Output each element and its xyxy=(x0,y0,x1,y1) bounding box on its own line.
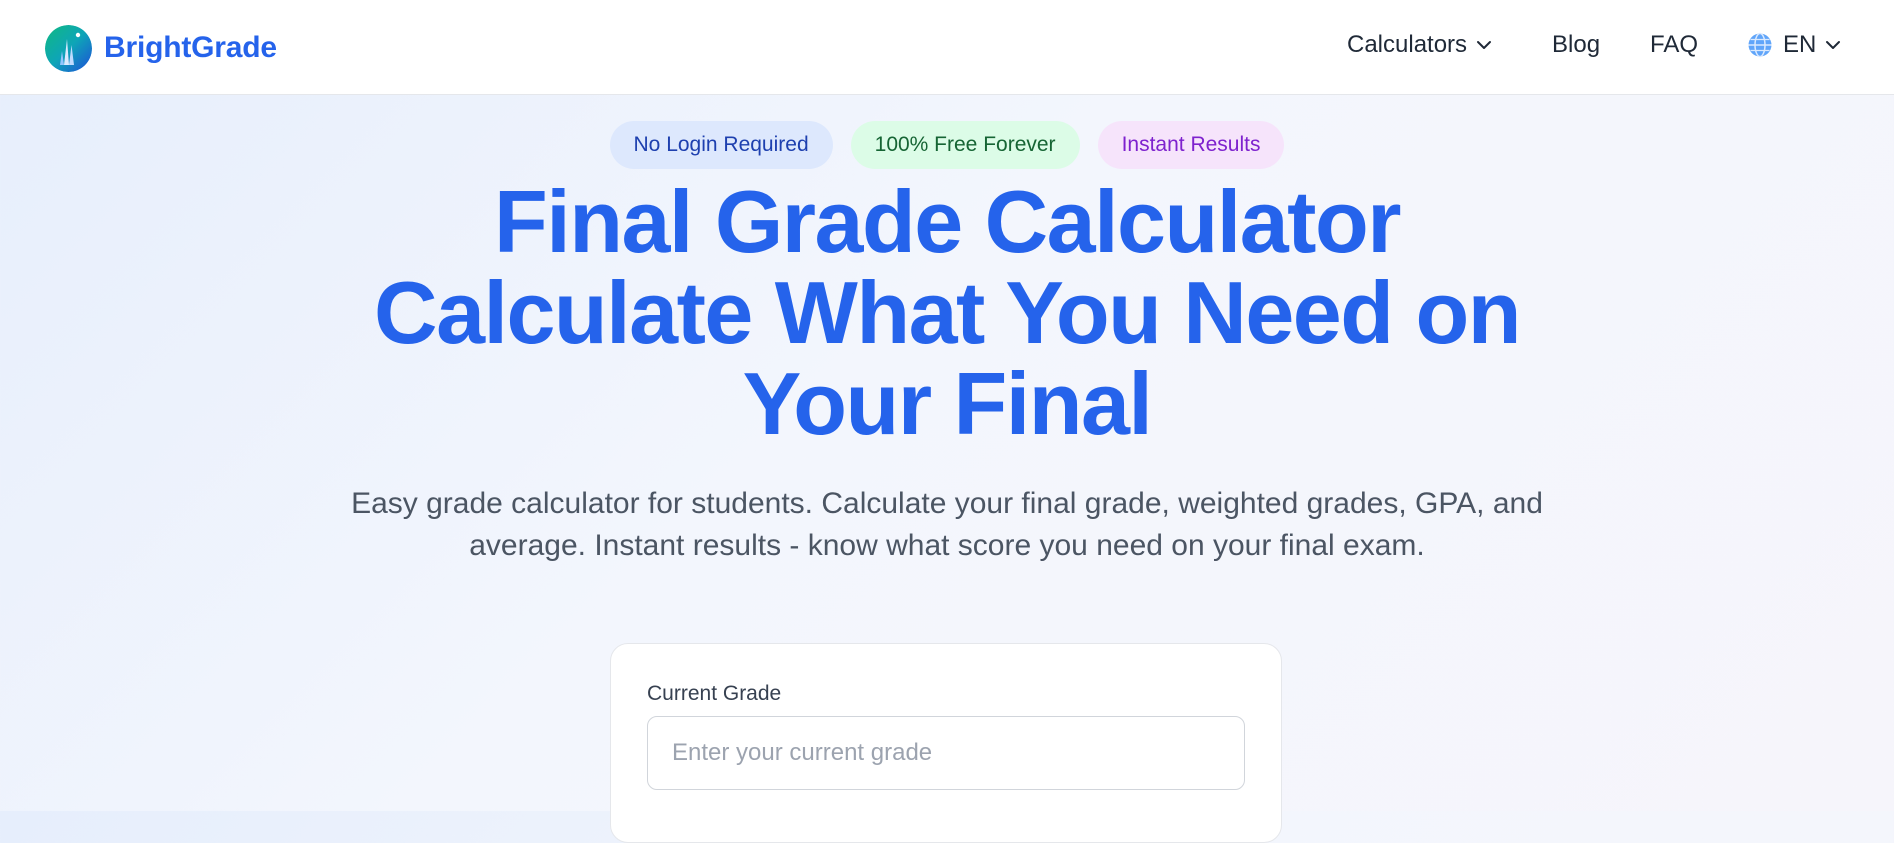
page-title-line-3: Your Final xyxy=(742,354,1153,453)
brand-name: BrightGrade xyxy=(104,31,277,64)
feature-badges: No Login Required 100% Free Forever Inst… xyxy=(0,121,1894,169)
page-title-line-2: Calculate What You Need on xyxy=(374,263,1521,362)
page-title: Final Grade Calculator Calculate What Yo… xyxy=(0,176,1894,449)
brand-logo-link[interactable]: BrightGrade xyxy=(45,24,277,72)
hero-subtitle: Easy grade calculator for students. Calc… xyxy=(351,487,1543,562)
nav-calculators-label: Calculators xyxy=(1347,31,1468,58)
page-title-line-1: Final Grade Calculator xyxy=(494,172,1401,271)
site-header: BrightGrade Calculators Blog FAQ EN xyxy=(0,0,1894,95)
language-selector[interactable]: EN xyxy=(1747,31,1842,59)
badge-instant-results: Instant Results xyxy=(1097,121,1285,169)
language-label: EN xyxy=(1783,31,1817,58)
chevron-down-icon xyxy=(1477,41,1492,49)
nav-blog-link[interactable]: Blog xyxy=(1552,31,1600,59)
nav-faq-link[interactable]: FAQ xyxy=(1650,31,1698,59)
badge-no-login: No Login Required xyxy=(609,121,833,169)
chevron-down-icon xyxy=(1826,41,1841,49)
current-grade-input[interactable] xyxy=(647,716,1245,790)
nav-calculators-dropdown[interactable]: Calculators xyxy=(1347,31,1493,59)
calculator-card: Current Grade xyxy=(610,643,1282,843)
badge-free-forever: 100% Free Forever xyxy=(850,121,1080,169)
brightgrade-logo-icon xyxy=(45,24,92,72)
globe-icon xyxy=(1748,32,1772,58)
current-grade-label: Current Grade xyxy=(647,682,782,705)
